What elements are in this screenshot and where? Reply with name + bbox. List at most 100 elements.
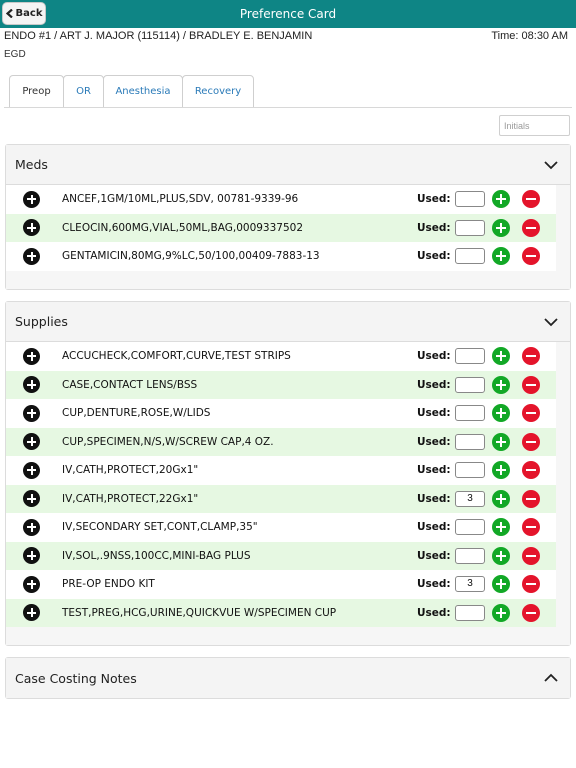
decrement-icon[interactable] — [522, 375, 540, 394]
item-name: GENTAMICIN,80MG,9%LC,50/100,00409-7883-1… — [62, 250, 320, 263]
chevron-down-icon[interactable] — [542, 159, 560, 171]
list-item: CUP,DENTURE,ROSE,W/LIDS Used: — [6, 399, 556, 428]
item-name: IV,SOL,.9NSS,100CC,MINI-BAG PLUS — [62, 549, 251, 562]
meds-panel: Meds ANCEF,1GM/10ML,PLUS,SDV, 00781-9339… — [5, 144, 571, 290]
increment-icon[interactable] — [492, 190, 510, 209]
decrement-icon[interactable] — [522, 603, 540, 622]
plus-circle-icon[interactable] — [23, 247, 40, 265]
used-quantity-input[interactable] — [455, 604, 485, 621]
list-item: ACCUCHECK,COMFORT,CURVE,TEST STRIPS Used… — [6, 342, 556, 371]
plus-circle-icon[interactable] — [23, 347, 40, 365]
tab-anesthesia[interactable]: Anesthesia — [103, 75, 183, 108]
increment-icon[interactable] — [492, 461, 510, 480]
used-quantity-input[interactable] — [455, 376, 485, 393]
decrement-icon[interactable] — [522, 461, 540, 480]
used-label: Used: — [417, 350, 451, 363]
used-label: Used: — [417, 378, 451, 391]
procedure-name: EGD — [4, 49, 26, 60]
supplies-panel-header[interactable]: Supplies — [6, 302, 570, 342]
tab-bar: Preop OR Anesthesia Recovery — [9, 75, 254, 108]
used-quantity-input[interactable] — [455, 248, 485, 265]
case-info: ENDO #1 / ART J. MAJOR (115114) / BRADLE… — [4, 30, 313, 42]
used-quantity-input[interactable] — [455, 191, 485, 208]
plus-circle-icon[interactable] — [23, 461, 40, 479]
list-item: TEST,PREG,HCG,URINE,QUICKVUE W/SPECIMEN … — [6, 598, 556, 627]
decrement-icon[interactable] — [522, 575, 540, 594]
chevron-down-icon[interactable] — [542, 316, 560, 328]
list-item: IV,CATH,PROTECT,20Gx1" Used: — [6, 456, 556, 485]
increment-icon[interactable] — [492, 404, 510, 423]
list-item: GENTAMICIN,80MG,9%LC,50/100,00409-7883-1… — [6, 242, 556, 271]
used-label: Used: — [417, 578, 451, 591]
item-name: IV,CATH,PROTECT,22Gx1" — [62, 492, 199, 505]
increment-icon[interactable] — [492, 247, 510, 266]
tab-recovery[interactable]: Recovery — [182, 75, 254, 108]
used-label: Used: — [417, 221, 451, 234]
item-name: IV,SECONDARY SET,CONT,CLAMP,35" — [62, 521, 258, 534]
used-label: Used: — [417, 549, 451, 562]
chevron-up-icon[interactable] — [542, 672, 560, 684]
plus-circle-icon[interactable] — [23, 219, 40, 237]
used-quantity-input[interactable] — [455, 405, 485, 422]
plus-circle-icon[interactable] — [23, 547, 40, 565]
plus-circle-icon[interactable] — [23, 490, 40, 508]
meds-list: ANCEF,1GM/10ML,PLUS,SDV, 00781-9339-96 U… — [6, 185, 570, 289]
plus-circle-icon[interactable] — [23, 376, 40, 394]
increment-icon[interactable] — [492, 575, 510, 594]
initials-input[interactable] — [499, 115, 570, 136]
supplies-list: ACCUCHECK,COMFORT,CURVE,TEST STRIPS Used… — [6, 342, 570, 645]
decrement-icon[interactable] — [522, 347, 540, 366]
item-name: CASE,CONTACT LENS/BSS — [62, 378, 198, 391]
item-name: ACCUCHECK,COMFORT,CURVE,TEST STRIPS — [62, 350, 291, 363]
increment-icon[interactable] — [492, 546, 510, 565]
decrement-icon[interactable] — [522, 247, 540, 266]
used-quantity-input[interactable] — [455, 219, 485, 236]
decrement-icon[interactable] — [522, 518, 540, 537]
decrement-icon[interactable] — [522, 546, 540, 565]
decrement-icon[interactable] — [522, 218, 540, 237]
decrement-icon[interactable] — [522, 489, 540, 508]
used-quantity-input[interactable]: 3 — [455, 490, 485, 507]
list-item: CLEOCIN,600MG,VIAL,50ML,BAG,0009337502 U… — [6, 213, 556, 242]
decrement-icon[interactable] — [522, 432, 540, 451]
used-quantity-input[interactable] — [455, 348, 485, 365]
increment-icon[interactable] — [492, 518, 510, 537]
increment-icon[interactable] — [492, 489, 510, 508]
meds-panel-header[interactable]: Meds — [6, 145, 570, 185]
plus-circle-icon[interactable] — [23, 404, 40, 422]
tab-preop[interactable]: Preop — [9, 75, 64, 108]
used-quantity-input[interactable] — [455, 462, 485, 479]
increment-icon[interactable] — [492, 375, 510, 394]
tab-or[interactable]: OR — [63, 75, 104, 108]
increment-icon[interactable] — [492, 432, 510, 451]
used-label: Used: — [417, 193, 451, 206]
used-label: Used: — [417, 606, 451, 619]
plus-circle-icon[interactable] — [23, 604, 40, 622]
item-name: IV,CATH,PROTECT,20Gx1" — [62, 464, 199, 477]
plus-circle-icon[interactable] — [23, 518, 40, 536]
list-item: IV,SOL,.9NSS,100CC,MINI-BAG PLUS Used: — [6, 541, 556, 570]
used-label: Used: — [417, 492, 451, 505]
supplies-title: Supplies — [15, 314, 68, 329]
used-label: Used: — [417, 407, 451, 420]
decrement-icon[interactable] — [522, 190, 540, 209]
meds-title: Meds — [15, 157, 48, 172]
item-name: CLEOCIN,600MG,VIAL,50ML,BAG,0009337502 — [62, 221, 304, 234]
used-quantity-input[interactable]: 3 — [455, 576, 485, 593]
notes-panel-header[interactable]: Case Costing Notes — [6, 658, 570, 698]
increment-icon[interactable] — [492, 218, 510, 237]
plus-circle-icon[interactable] — [23, 433, 40, 451]
back-button[interactable]: Back — [2, 2, 46, 25]
back-label: Back — [15, 8, 43, 19]
list-item: IV,SECONDARY SET,CONT,CLAMP,35" Used: — [6, 513, 556, 542]
increment-icon[interactable] — [492, 347, 510, 366]
used-quantity-input[interactable] — [455, 433, 485, 450]
plus-circle-icon[interactable] — [23, 575, 40, 593]
supplies-panel: Supplies ACCUCHECK,COMFORT,CURVE,TEST ST… — [5, 301, 571, 646]
list-item: CASE,CONTACT LENS/BSS Used: — [6, 370, 556, 399]
used-quantity-input[interactable] — [455, 547, 485, 564]
plus-circle-icon[interactable] — [23, 190, 40, 208]
increment-icon[interactable] — [492, 603, 510, 622]
used-quantity-input[interactable] — [455, 519, 485, 536]
decrement-icon[interactable] — [522, 404, 540, 423]
